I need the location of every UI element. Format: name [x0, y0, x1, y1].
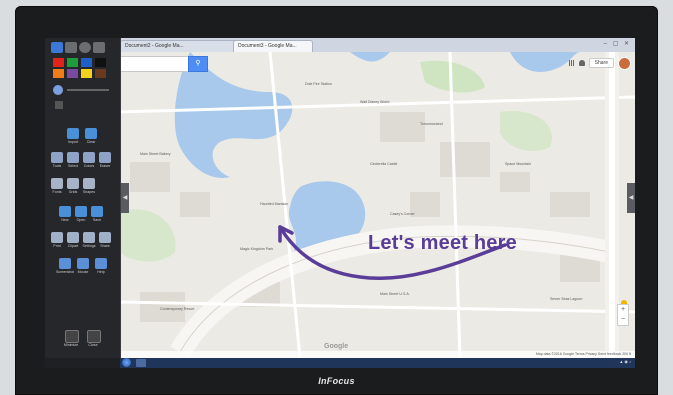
- search-icon: ⚲: [195, 60, 201, 67]
- start-button[interactable]: [122, 358, 131, 367]
- eraser-label: Eraser: [99, 164, 111, 168]
- pen-size-slider[interactable]: [67, 89, 109, 91]
- device-brand-logo: InFocus: [318, 376, 355, 386]
- grids-icon[interactable]: [67, 178, 79, 189]
- right-panel-handle[interactable]: ◀: [627, 183, 635, 213]
- user-avatar[interactable]: [618, 56, 631, 70]
- share-button[interactable]: Share: [588, 58, 614, 68]
- taskbar-app-icon[interactable]: [136, 359, 146, 367]
- browser-tab-active[interactable]: Document3 - Google Ma...: [233, 40, 313, 52]
- fonts-icon[interactable]: [51, 178, 63, 189]
- map-search-button[interactable]: ⚲: [188, 56, 208, 72]
- toolbar-footer: [45, 358, 120, 368]
- colors-icon[interactable]: [83, 152, 95, 163]
- close-icon[interactable]: [87, 330, 101, 343]
- pen-icon[interactable]: [51, 152, 63, 163]
- close-label: Close: [88, 343, 98, 347]
- minimize-icon[interactable]: [65, 330, 79, 343]
- toolbar-collapse-handle[interactable]: ◀: [121, 183, 129, 213]
- browser-tab[interactable]: Document2 - Google Ma...: [120, 40, 240, 52]
- color-swatch-orange[interactable]: [53, 69, 64, 78]
- map-label[interactable]: Contemporary Resort: [160, 307, 194, 311]
- map-canvas: [120, 52, 635, 358]
- line-tool-icon[interactable]: [93, 42, 105, 53]
- map-label[interactable]: Main Street Bakery: [140, 152, 171, 156]
- map-label[interactable]: Main Street U.S.A.: [380, 292, 410, 296]
- settings-icon[interactable]: [83, 232, 95, 243]
- system-tray[interactable]: ▲ ◉ ♪: [619, 359, 631, 364]
- zoom-control: + −: [617, 304, 629, 326]
- clear-label: Clear: [86, 140, 96, 144]
- eraser-icon[interactable]: [99, 152, 111, 163]
- pen-tool-icon[interactable]: [65, 42, 77, 53]
- notifications-icon[interactable]: [578, 60, 585, 66]
- color-swatch-red[interactable]: [53, 58, 64, 67]
- window-controls[interactable]: – ▢ ✕: [604, 40, 631, 47]
- share-icon[interactable]: [99, 232, 111, 243]
- shapes-label: Shapes: [82, 190, 96, 194]
- map-label[interactable]: Tomorrowland: [420, 122, 443, 126]
- map-top-bar: Share: [568, 56, 631, 70]
- map-label[interactable]: Space Mountain: [505, 162, 531, 166]
- pointer-tool-icon[interactable]: [51, 42, 63, 53]
- help-icon[interactable]: [95, 258, 107, 269]
- mouse-icon[interactable]: [77, 258, 89, 269]
- save-icon[interactable]: [91, 206, 103, 217]
- open-icon[interactable]: [75, 206, 87, 217]
- map-label[interactable]: Cinderella Castle: [370, 162, 397, 166]
- pen-size-icon[interactable]: [53, 85, 63, 95]
- map-label[interactable]: Magic Kingdom Park: [240, 247, 273, 251]
- annotation-text: Let's meet here: [368, 232, 517, 254]
- save-label: Save: [92, 218, 102, 222]
- select-icon[interactable]: [67, 152, 79, 163]
- color-swatch-black[interactable]: [95, 58, 106, 67]
- minimize-label: Minimize: [63, 343, 79, 347]
- clipart-icon[interactable]: [67, 232, 79, 243]
- color-swatch-blue[interactable]: [81, 58, 92, 67]
- clear-icon[interactable]: [85, 128, 97, 139]
- map-search-input[interactable]: [120, 56, 192, 72]
- import-label: Import: [67, 140, 79, 144]
- help-label: Help: [97, 270, 105, 274]
- color-swatch-purple[interactable]: [67, 69, 78, 78]
- map-footer: Map data ©2016 Google Terms Privacy Send…: [120, 351, 635, 358]
- import-icon[interactable]: [67, 128, 79, 139]
- os-taskbar: ▲ ◉ ♪: [120, 358, 635, 368]
- map-label[interactable]: Casey's Corner: [390, 212, 415, 216]
- map-label[interactable]: Seven Seas Lagoon: [550, 297, 582, 301]
- map-view[interactable]: Dole Fire Station Walt Disney World Main…: [120, 52, 635, 358]
- mouse-label: Mouse: [77, 270, 89, 274]
- apps-grid-icon[interactable]: [568, 60, 575, 66]
- map-label[interactable]: Walt Disney World: [360, 100, 389, 104]
- new-icon[interactable]: [59, 206, 71, 217]
- map-label[interactable]: Haunted Mansion: [260, 202, 288, 206]
- color-swatch-brown[interactable]: [95, 69, 106, 78]
- share-label: Share: [100, 244, 110, 248]
- zoom-out-button[interactable]: −: [618, 315, 628, 325]
- color-swatch-yellow[interactable]: [81, 69, 92, 78]
- print-icon[interactable]: [51, 232, 63, 243]
- opacity-icon[interactable]: [55, 101, 63, 109]
- screen: Document2 - Google Ma... Document3 - Goo…: [45, 38, 635, 368]
- screenshot-icon[interactable]: [59, 258, 71, 269]
- annotation-toolbar: Import Clear Tools Select Colors Eraser …: [45, 38, 121, 358]
- color-swatch-green[interactable]: [67, 58, 78, 67]
- screenshot-label: Screenshot: [56, 270, 75, 274]
- circle-tool-icon[interactable]: [79, 42, 91, 53]
- shapes-icon[interactable]: [83, 178, 95, 189]
- zoom-in-button[interactable]: +: [618, 305, 628, 315]
- browser-chrome: Document2 - Google Ma... Document3 - Goo…: [120, 38, 635, 53]
- map-label[interactable]: Dole Fire Station: [305, 82, 332, 86]
- google-logo: Google: [324, 343, 349, 350]
